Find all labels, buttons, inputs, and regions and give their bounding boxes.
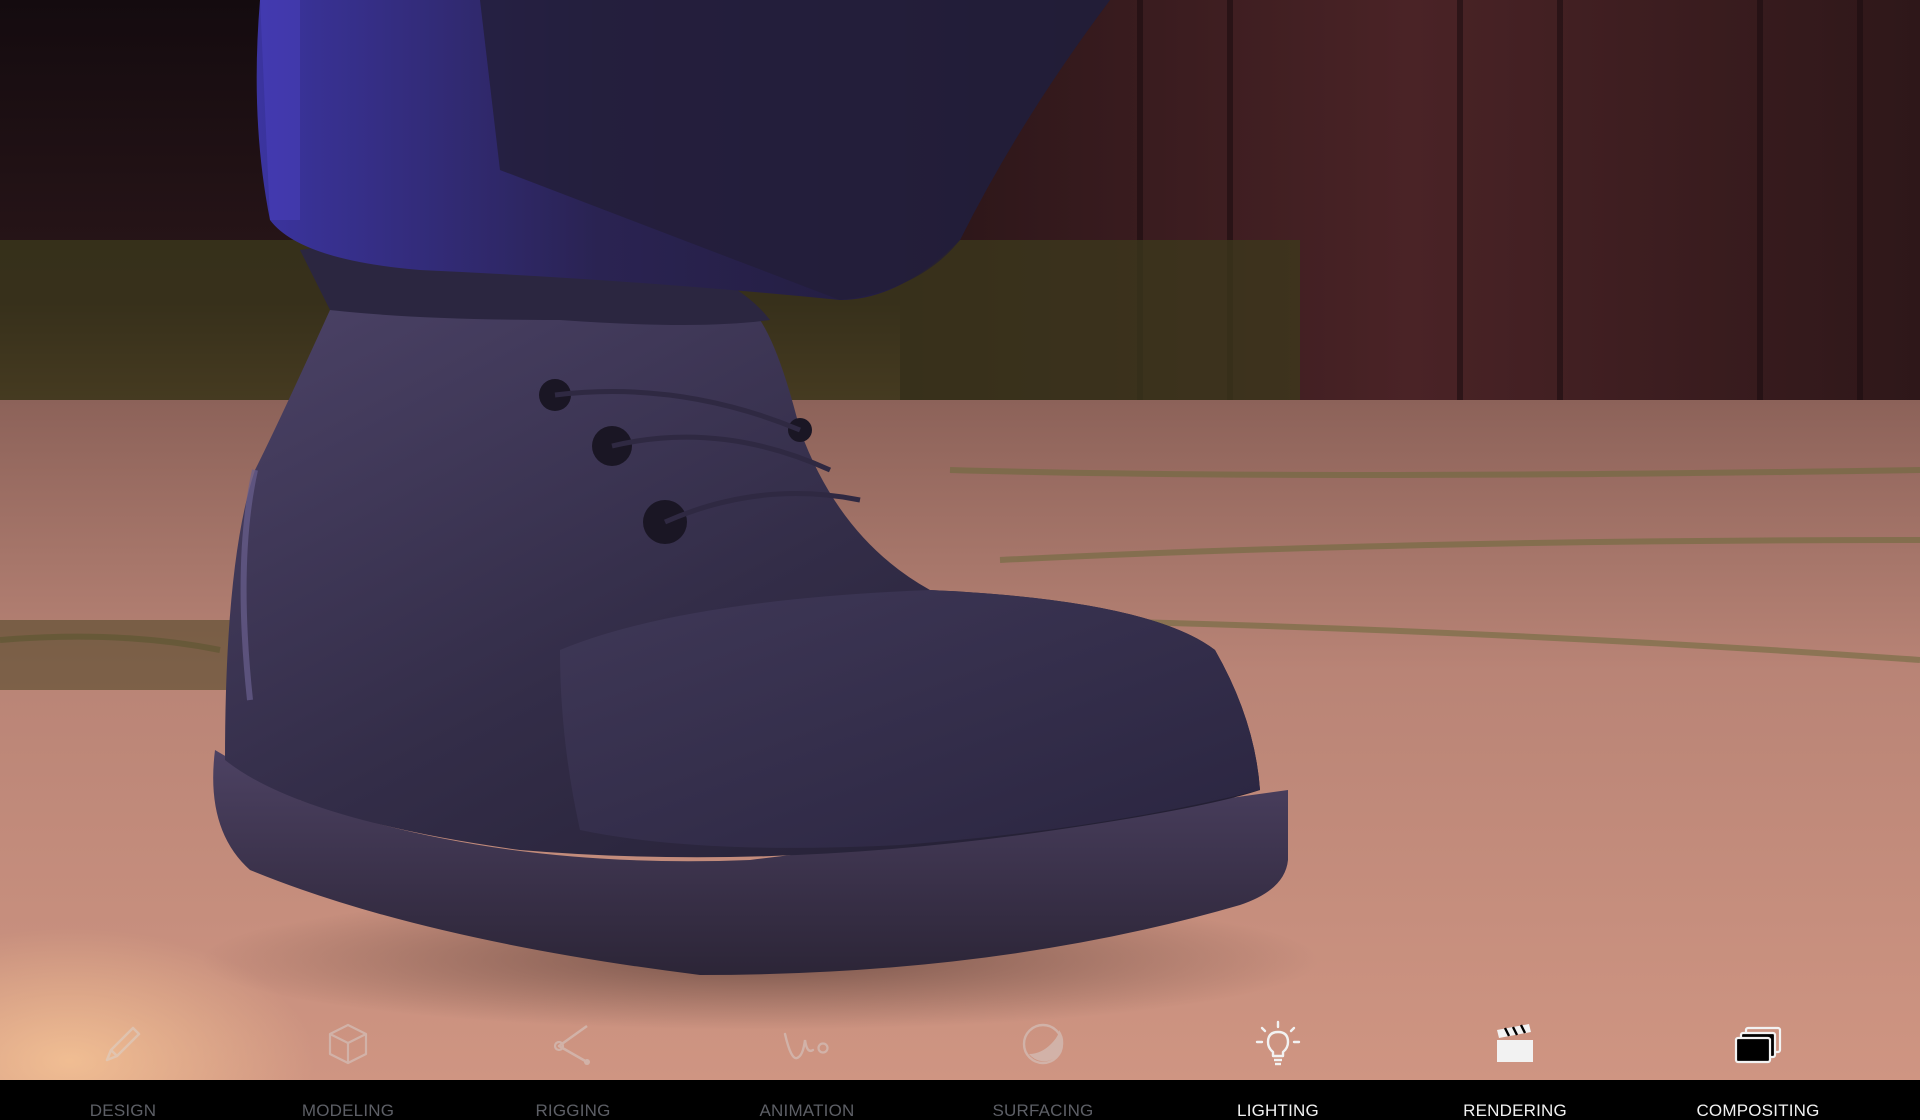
motion-path-icon (781, 1018, 833, 1070)
render-viewport (0, 0, 1920, 1080)
stage-label: LIGHTING (1237, 1101, 1319, 1120)
stage-compositing[interactable]: COMPOSITING (1648, 1018, 1868, 1120)
stage-label: MODELING (301, 1101, 395, 1120)
stage-label: ANIMATION (759, 1101, 855, 1120)
stage-label: RIGGING (535, 1101, 611, 1120)
lightbulb-icon (1252, 1018, 1304, 1070)
stage-label: SURFACING (992, 1101, 1094, 1120)
stacked-layers-icon (1732, 1018, 1784, 1070)
stage-rendering[interactable]: RENDERING (1405, 1018, 1625, 1120)
stage-lighting[interactable]: LIGHTING (1168, 1018, 1388, 1120)
stage-surfacing[interactable]: SURFACING (933, 1018, 1153, 1120)
stage-label: RENDERING (1463, 1101, 1567, 1120)
cube-icon (322, 1018, 374, 1070)
stage-modeling[interactable]: MODELING (238, 1018, 458, 1120)
rig-joint-icon (547, 1018, 599, 1070)
stage-label: COMPOSITING (1696, 1101, 1820, 1120)
clapperboard-icon (1489, 1018, 1541, 1070)
app-stage: DESIGN MODELING RIGGING ANIMATION SURFAC… (0, 0, 1920, 1120)
pencil-icon (97, 1018, 149, 1070)
stage-label: DESIGN (89, 1101, 157, 1120)
stage-design[interactable]: DESIGN (13, 1018, 233, 1120)
stage-rigging[interactable]: RIGGING (463, 1018, 683, 1120)
stage-animation[interactable]: ANIMATION (697, 1018, 917, 1120)
shaded-sphere-icon (1017, 1018, 1069, 1070)
scene-illustration (0, 0, 1920, 1080)
